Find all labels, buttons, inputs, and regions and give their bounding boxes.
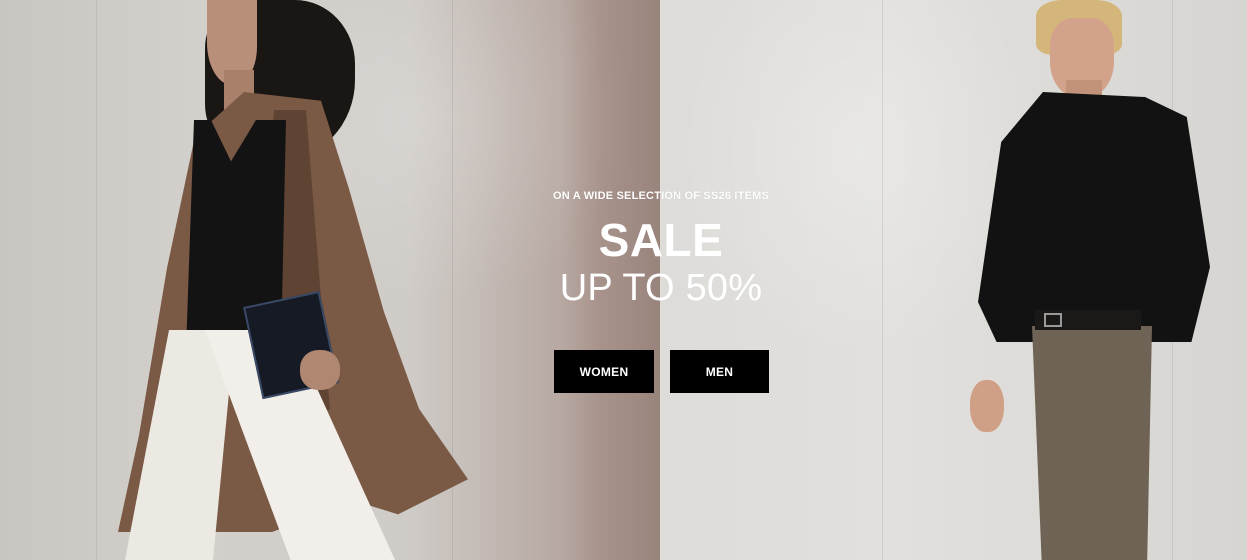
wall-seam: [96, 0, 97, 560]
cta-group: WOMEN MEN: [554, 350, 769, 393]
sale-promo: ON A WIDE SELECTION OF SS26 ITEMS SALE U…: [461, 186, 861, 312]
promo-headline: SALE: [598, 214, 724, 266]
man-trousers: [1032, 326, 1152, 560]
wall-seam: [882, 0, 883, 560]
shop-women-button[interactable]: WOMEN: [554, 350, 654, 393]
shop-men-button[interactable]: MEN: [670, 350, 769, 393]
man-black-polo: [978, 92, 1210, 342]
hero-banner: ON A WIDE SELECTION OF SS26 ITEMS SALE U…: [0, 0, 1247, 560]
woman-hand: [300, 350, 340, 390]
promo-subhead: UP TO 50%: [559, 267, 763, 309]
promo-eyebrow: ON A WIDE SELECTION OF SS26 ITEMS: [552, 190, 770, 202]
belt-buckle: [1044, 313, 1062, 327]
man-hand: [970, 380, 1004, 432]
